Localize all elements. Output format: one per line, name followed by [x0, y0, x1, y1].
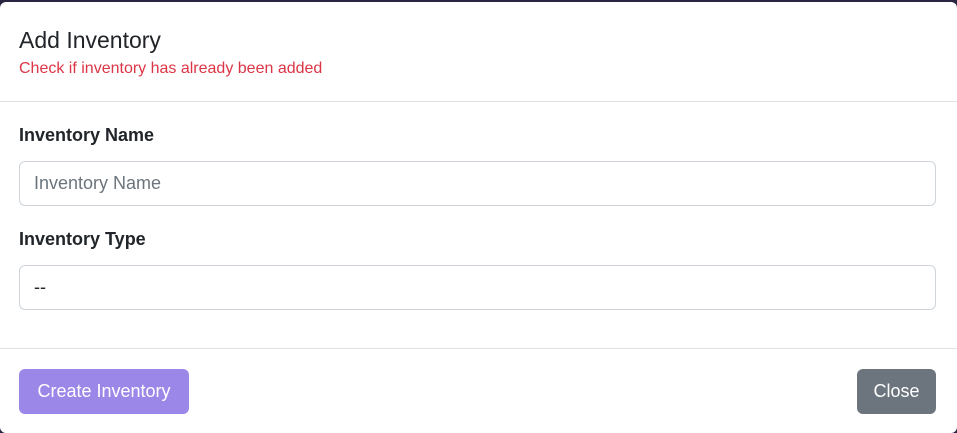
modal-title: Add Inventory: [19, 27, 161, 53]
inventory-type-label: Inventory Type: [19, 229, 146, 249]
modal-body: Inventory Name Inventory Type --: [0, 102, 957, 349]
add-inventory-modal: Add Inventory Check if inventory has alr…: [0, 2, 957, 433]
inventory-name-label: Inventory Name: [19, 125, 155, 145]
inventory-type-select[interactable]: --: [19, 265, 936, 310]
modal-footer: Create Inventory Close: [0, 349, 957, 432]
create-inventory-button[interactable]: Create Inventory: [19, 369, 189, 414]
inventory-name-input[interactable]: [19, 161, 936, 206]
modal-header: Add Inventory Check if inventory has alr…: [0, 2, 957, 102]
close-button[interactable]: Close: [857, 369, 936, 414]
modal-subtitle-warning: Check if inventory has already been adde…: [19, 60, 323, 77]
